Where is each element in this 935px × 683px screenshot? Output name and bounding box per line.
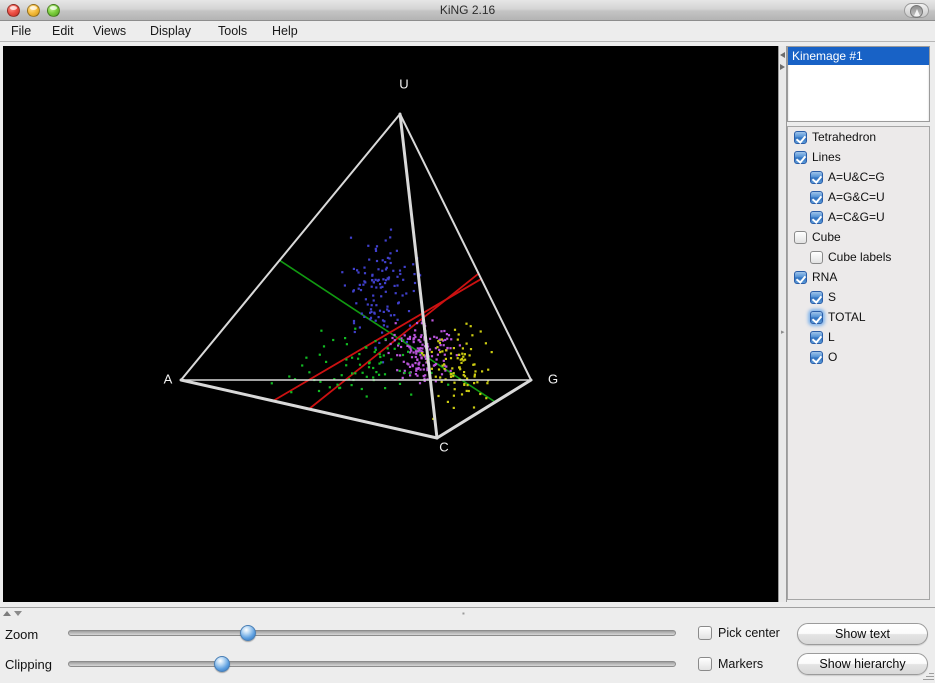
menu-item-tools[interactable]: Tools [216, 21, 249, 42]
tetra-edge-c-g [435, 378, 533, 440]
markers-label: Markers [718, 657, 764, 671]
pick-center-label: Pick center [718, 626, 780, 640]
graphics-viewport[interactable]: U A G C [3, 46, 778, 602]
tree-node-label: TOTAL [828, 310, 866, 324]
tree-node-label: A=C&G=U [828, 210, 885, 224]
tree-node-checkbox[interactable] [794, 230, 807, 244]
tree-node-label: Tetrahedron [812, 130, 877, 144]
markers-checkbox-row[interactable]: Markers [698, 657, 763, 671]
tree-node-label: L [828, 330, 835, 344]
tree-node-a-u-c-g[interactable]: A=U&C=G [788, 167, 929, 187]
tree-node-checkbox[interactable] [810, 210, 823, 224]
vertex-label-u: U [399, 76, 408, 91]
tree-node-checkbox[interactable] [810, 310, 823, 324]
tree-node-checkbox[interactable] [794, 270, 807, 284]
tree-node-rna[interactable]: RNA [788, 267, 929, 287]
horizontal-splitter[interactable]: ▪ [0, 607, 935, 619]
vertex-label-c: C [439, 439, 448, 454]
side-panel: Kinemage #1 Tetrahedron Lines A=U&C=G A=G&C… [787, 46, 932, 602]
show-text-button[interactable]: Show text [797, 623, 928, 645]
main-split-pane: U A G C ▸ Kinemage #1 Tetrahedron Lines A=U&C… [0, 42, 935, 607]
vertex-label-a: A [164, 371, 173, 386]
menu-item-edit[interactable]: Edit [50, 21, 76, 42]
tree-node-label: A=G&C=U [828, 190, 885, 204]
tetra-edge-a-c [179, 378, 439, 440]
tree-node-checkbox[interactable] [810, 350, 823, 364]
window-title: KiNG 2.16 [439, 3, 496, 17]
collapse-down-arrow-icon[interactable] [14, 611, 22, 616]
tetra-edge-u-c [398, 112, 439, 440]
zoom-slider-thumb[interactable] [240, 625, 256, 641]
tree-node-label: S [828, 290, 837, 304]
warning-triangle-icon [910, 5, 923, 18]
tetra-edge-a-u [180, 113, 401, 381]
tree-node-label: A=U&C=G [828, 170, 885, 184]
markers-checkbox[interactable] [698, 657, 712, 671]
tree-node-checkbox[interactable] [810, 330, 823, 344]
tree-node-cube[interactable]: Cube [788, 227, 929, 247]
collapse-left-arrow-icon[interactable] [780, 52, 785, 58]
tree-node-lines[interactable]: Lines [788, 147, 929, 167]
tree-node-a-c-g-u[interactable]: A=C&G=U [788, 207, 929, 227]
pick-center-checkbox-row[interactable]: Pick center [698, 626, 780, 640]
tree-node-checkbox[interactable] [794, 150, 807, 164]
tree-node-checkbox[interactable] [810, 290, 823, 304]
tree-node-checkbox[interactable] [810, 250, 823, 264]
clipping-slider[interactable] [68, 655, 676, 673]
tree-node-checkbox[interactable] [810, 190, 823, 204]
tree-node-total[interactable]: TOTAL [788, 307, 929, 327]
splitter-grip-icon: ▸ [781, 329, 785, 336]
window-toolbar-toggle-button[interactable] [904, 3, 929, 18]
tree-node-a-g-c-u[interactable]: A=G&C=U [788, 187, 929, 207]
menu-item-views[interactable]: Views [91, 21, 128, 42]
tetrahedron-plot: U A G C [164, 76, 558, 454]
tree-node-label: Lines [812, 150, 841, 164]
tree-node-o[interactable]: O [788, 347, 929, 367]
tree-node-cube-labels[interactable]: Cube labels [788, 247, 929, 267]
splitter-grip-icon: ▪ [462, 609, 465, 618]
tree-node-s[interactable]: S [788, 287, 929, 307]
collapse-right-arrow-icon[interactable] [780, 64, 785, 70]
kinemage-list-item[interactable]: Kinemage #1 [788, 47, 929, 65]
bottom-control-bar: Zoom Clipping Pick center Markers Show t… [0, 619, 935, 683]
window-resize-grip[interactable] [921, 669, 934, 682]
show-hierarchy-button[interactable]: Show hierarchy [797, 653, 928, 675]
pick-center-checkbox[interactable] [698, 626, 712, 640]
menu-item-help[interactable]: Help [270, 21, 300, 42]
tree-node-label: Cube labels [828, 250, 892, 264]
guide-line-a-g-c-u [272, 278, 483, 402]
collapse-up-arrow-icon[interactable] [3, 611, 11, 616]
menu-bar: File Edit Views Display Tools Help [0, 21, 935, 42]
vertex-label-g: G [548, 371, 558, 386]
tree-node-l[interactable]: L [788, 327, 929, 347]
point-cluster-s [341, 220, 422, 364]
tree-node-checkbox[interactable] [810, 170, 823, 184]
menu-item-file[interactable]: File [9, 21, 33, 42]
vertical-splitter[interactable]: ▸ [778, 46, 787, 602]
title-bar: KiNG 2.16 [0, 0, 935, 21]
zoom-label: Zoom [5, 627, 39, 642]
tree-node-label: Cube [812, 230, 841, 244]
tree-node-checkbox[interactable] [794, 130, 807, 144]
zoom-slider[interactable] [68, 624, 676, 642]
kinemage-list[interactable]: Kinemage #1 [787, 46, 930, 122]
tree-node-label: RNA [812, 270, 838, 284]
hierarchy-tree[interactable]: Tetrahedron Lines A=U&C=G A=G&C=U A=C&G=U Cub… [787, 126, 930, 600]
menu-item-display[interactable]: Display [148, 21, 193, 42]
clipping-slider-track[interactable] [68, 661, 676, 667]
tree-node-label: O [828, 350, 838, 364]
clipping-slider-thumb[interactable] [214, 656, 230, 672]
tree-node-tetrahedron[interactable]: Tetrahedron [788, 127, 929, 147]
clipping-label: Clipping [5, 657, 52, 672]
zoom-slider-track[interactable] [68, 630, 676, 636]
application-window: KiNG 2.16 File Edit Views Display Tools … [0, 0, 935, 683]
